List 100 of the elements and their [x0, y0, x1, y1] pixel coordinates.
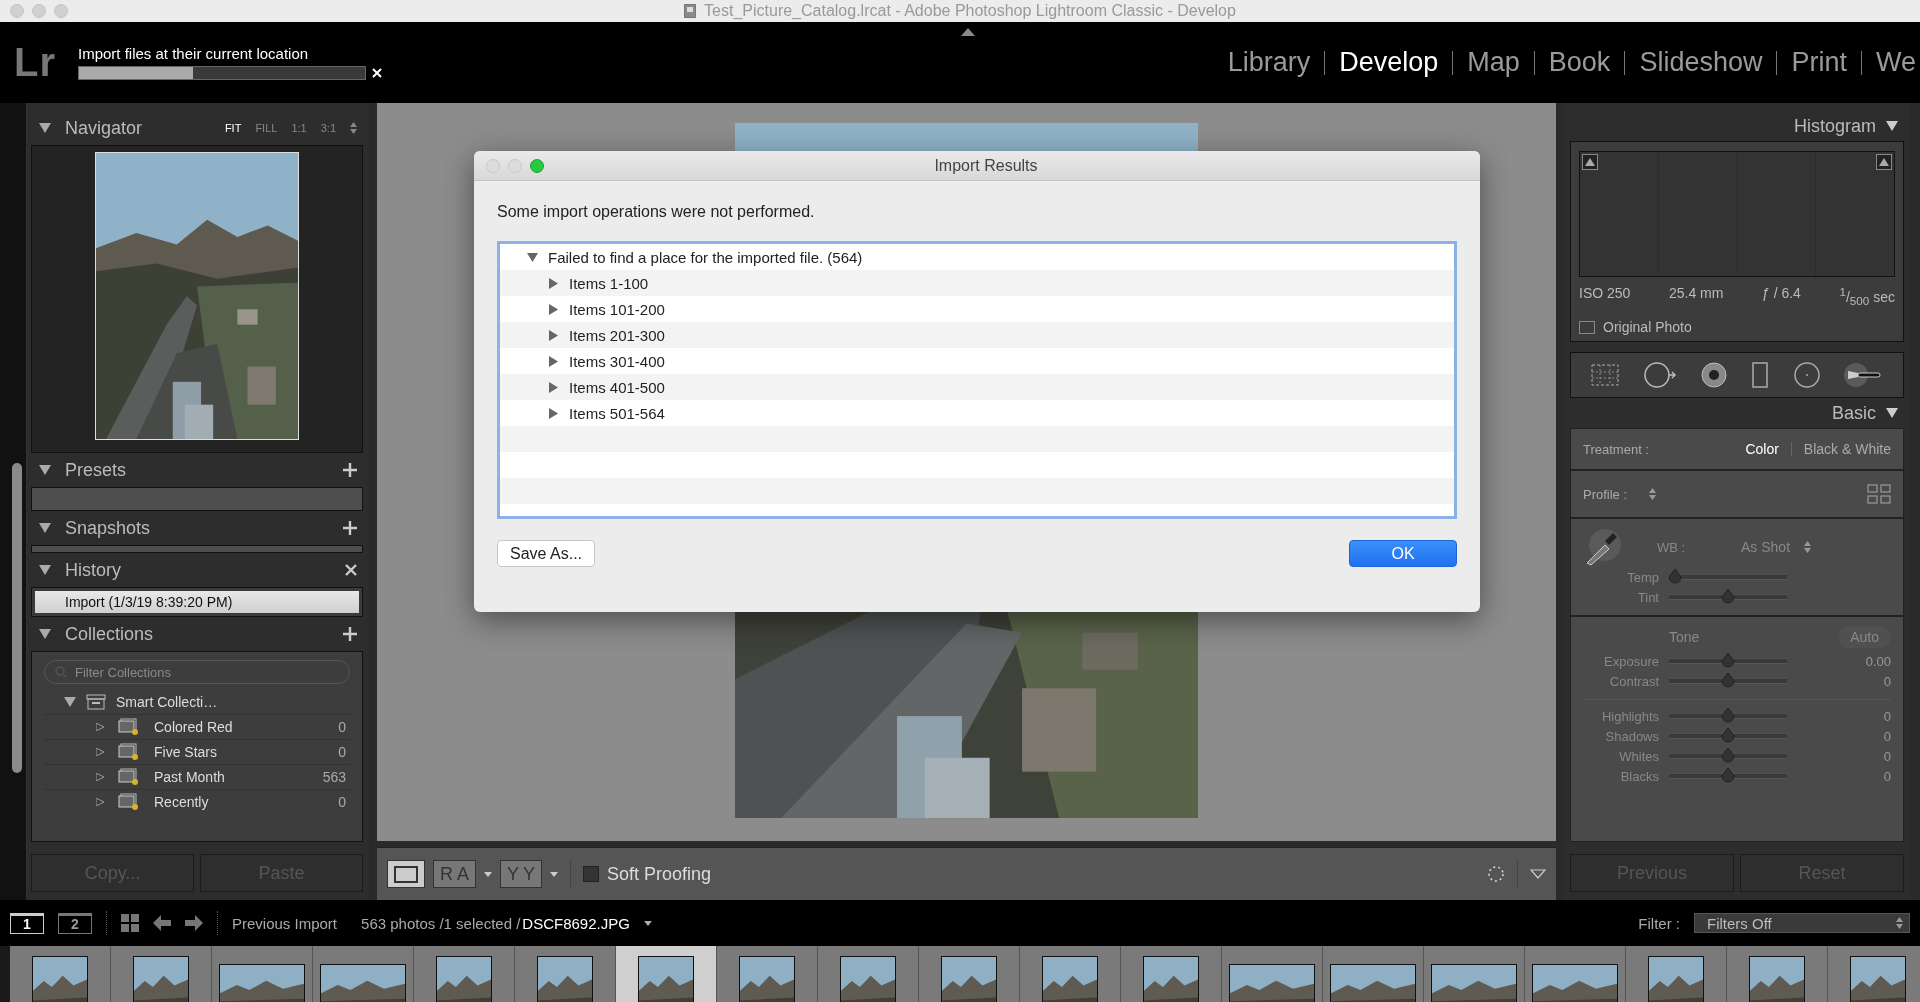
filmstrip-cell[interactable]	[313, 946, 414, 1002]
tree-item[interactable]: Items 301-400	[569, 352, 665, 370]
view-button[interactable]: 1	[10, 912, 44, 934]
filmstrip-cell[interactable]	[1222, 946, 1323, 1002]
slider-thumb[interactable]	[1721, 673, 1735, 690]
slider-thumb[interactable]	[1721, 748, 1735, 765]
expand-icon[interactable]	[549, 277, 558, 289]
filmstrip-cell[interactable]	[818, 946, 919, 1002]
module-tab[interactable]: Map	[1467, 47, 1520, 78]
filmstrip-cell[interactable]	[111, 946, 212, 1002]
slider-thumb[interactable]	[1721, 728, 1735, 745]
collection-name[interactable]: Recently	[154, 794, 209, 810]
filmstrip-cell[interactable]	[1424, 946, 1525, 1002]
add-icon[interactable]	[343, 463, 357, 477]
collection-name[interactable]: Past Month	[154, 769, 225, 785]
filter-dropdown[interactable]: Filters Off	[1694, 913, 1910, 933]
module-tab[interactable]: Print	[1791, 47, 1847, 78]
tree-item[interactable]: Failed to find a place for the imported file. (564)	[548, 248, 863, 266]
slider-thumb[interactable]	[1721, 589, 1735, 606]
filmstrip-cell[interactable]	[414, 946, 515, 1002]
clipping-indicator-icon[interactable]	[1582, 154, 1598, 170]
slider-thumb[interactable]	[1667, 569, 1682, 586]
history-item[interactable]: Import (1/3/19 8:39:20 PM)	[35, 591, 359, 613]
scrollbar[interactable]	[12, 463, 22, 773]
stepper-icon[interactable]	[350, 122, 357, 134]
clipping-indicator-icon[interactable]	[1876, 154, 1892, 170]
zoom-option[interactable]: FIT	[224, 122, 242, 134]
caret-icon[interactable]	[643, 920, 652, 926]
circle-icon[interactable]	[1792, 361, 1821, 390]
expand-icon[interactable]	[549, 407, 558, 419]
expand-icon[interactable]	[96, 798, 104, 806]
slider-thumb[interactable]	[1721, 768, 1735, 785]
expand-icon[interactable]	[96, 723, 104, 731]
tree-item[interactable]: Items 101-200	[569, 300, 665, 318]
filmstrip-cell[interactable]	[919, 946, 1020, 1002]
stepper-icon[interactable]	[1804, 541, 1812, 554]
back-arrow-icon[interactable]	[153, 915, 171, 931]
loupe-view-button[interactable]	[387, 860, 425, 888]
view-button[interactable]: 2	[58, 912, 92, 934]
zoom-option[interactable]: FILL	[255, 122, 278, 134]
module-tab[interactable]: We	[1876, 47, 1916, 78]
add-icon[interactable]	[343, 627, 357, 641]
grid-icon[interactable]	[121, 914, 139, 932]
module-tab[interactable]: Book	[1548, 47, 1611, 78]
dropdown-icon[interactable]	[1530, 869, 1546, 879]
treatment-option[interactable]: Color	[1745, 441, 1779, 458]
collection-name[interactable]: Colored Red	[154, 719, 233, 735]
grid-icon[interactable]	[1867, 484, 1891, 505]
tree-item[interactable]: Items 401-500	[569, 378, 665, 396]
expand-icon[interactable]	[549, 329, 558, 341]
filmstrip-cell[interactable]	[1525, 946, 1626, 1002]
filmstrip-cell[interactable]	[1121, 946, 1222, 1002]
ok-button[interactable]: OK	[1349, 540, 1457, 567]
expand-icon[interactable]	[549, 303, 558, 315]
tree-item[interactable]: Items 1-100	[569, 274, 649, 292]
tree-item[interactable]: Items 201-300	[569, 326, 665, 344]
filter-input[interactable]: Filter Collections	[73, 663, 277, 681]
expand-icon[interactable]	[549, 355, 558, 367]
expand-icon[interactable]	[64, 697, 76, 707]
filmstrip-cell[interactable]	[1828, 946, 1920, 1002]
collapse-icon[interactable]	[39, 465, 51, 475]
collection-name[interactable]: Smart Collecti…	[116, 694, 218, 710]
filmstrip-cell[interactable]	[10, 946, 111, 1002]
panel-toggle-icon[interactable]	[961, 28, 975, 36]
eye-icon[interactable]	[1699, 361, 1728, 390]
filmstrip-cell[interactable]	[616, 946, 717, 1002]
zoom-option[interactable]: 1:1	[291, 122, 307, 134]
forward-arrow-icon[interactable]	[185, 915, 203, 931]
caret-icon[interactable]	[484, 871, 492, 877]
slider-thumb[interactable]	[1721, 653, 1735, 670]
file-name[interactable]: DSCF8692.JPG	[522, 914, 630, 932]
close-icon[interactable]	[345, 564, 357, 576]
filmstrip-cell[interactable]	[1020, 946, 1121, 1002]
collapse-icon[interactable]	[1886, 121, 1898, 131]
filmstrip-cell[interactable]	[212, 946, 313, 1002]
collection-name[interactable]: Five Stars	[154, 744, 217, 760]
checkbox[interactable]	[583, 866, 600, 882]
stepper-icon[interactable]	[1649, 488, 1657, 501]
filmstrip-cell[interactable]	[515, 946, 616, 1002]
rectangle-icon[interactable]	[1750, 361, 1771, 390]
collapse-icon[interactable]	[39, 629, 51, 639]
expand-icon[interactable]	[549, 381, 558, 393]
save-button[interactable]: Save As...	[497, 540, 596, 567]
caret-icon[interactable]	[550, 871, 559, 877]
brush-icon[interactable]	[1843, 361, 1884, 390]
slider-thumb[interactable]	[1721, 708, 1735, 725]
module-tab[interactable]: Library	[1227, 47, 1311, 78]
collapse-icon[interactable]	[39, 123, 51, 133]
expand-icon[interactable]	[96, 773, 104, 781]
collapse-icon[interactable]	[39, 565, 51, 575]
filmstrip-cell[interactable]	[1626, 946, 1727, 1002]
collapse-icon[interactable]	[39, 523, 51, 533]
module-tab[interactable]: Slideshow	[1639, 47, 1763, 78]
filmstrip-cell[interactable]	[1323, 946, 1424, 1002]
checkbox[interactable]	[1579, 320, 1595, 334]
filmstrip-cell[interactable]	[1727, 946, 1828, 1002]
treatment-option[interactable]: Black & White	[1803, 441, 1891, 458]
circle-arrow-icon[interactable]	[1643, 361, 1677, 390]
source-label[interactable]: Previous Import	[232, 914, 338, 932]
module-tab[interactable]: Develop	[1339, 47, 1439, 78]
